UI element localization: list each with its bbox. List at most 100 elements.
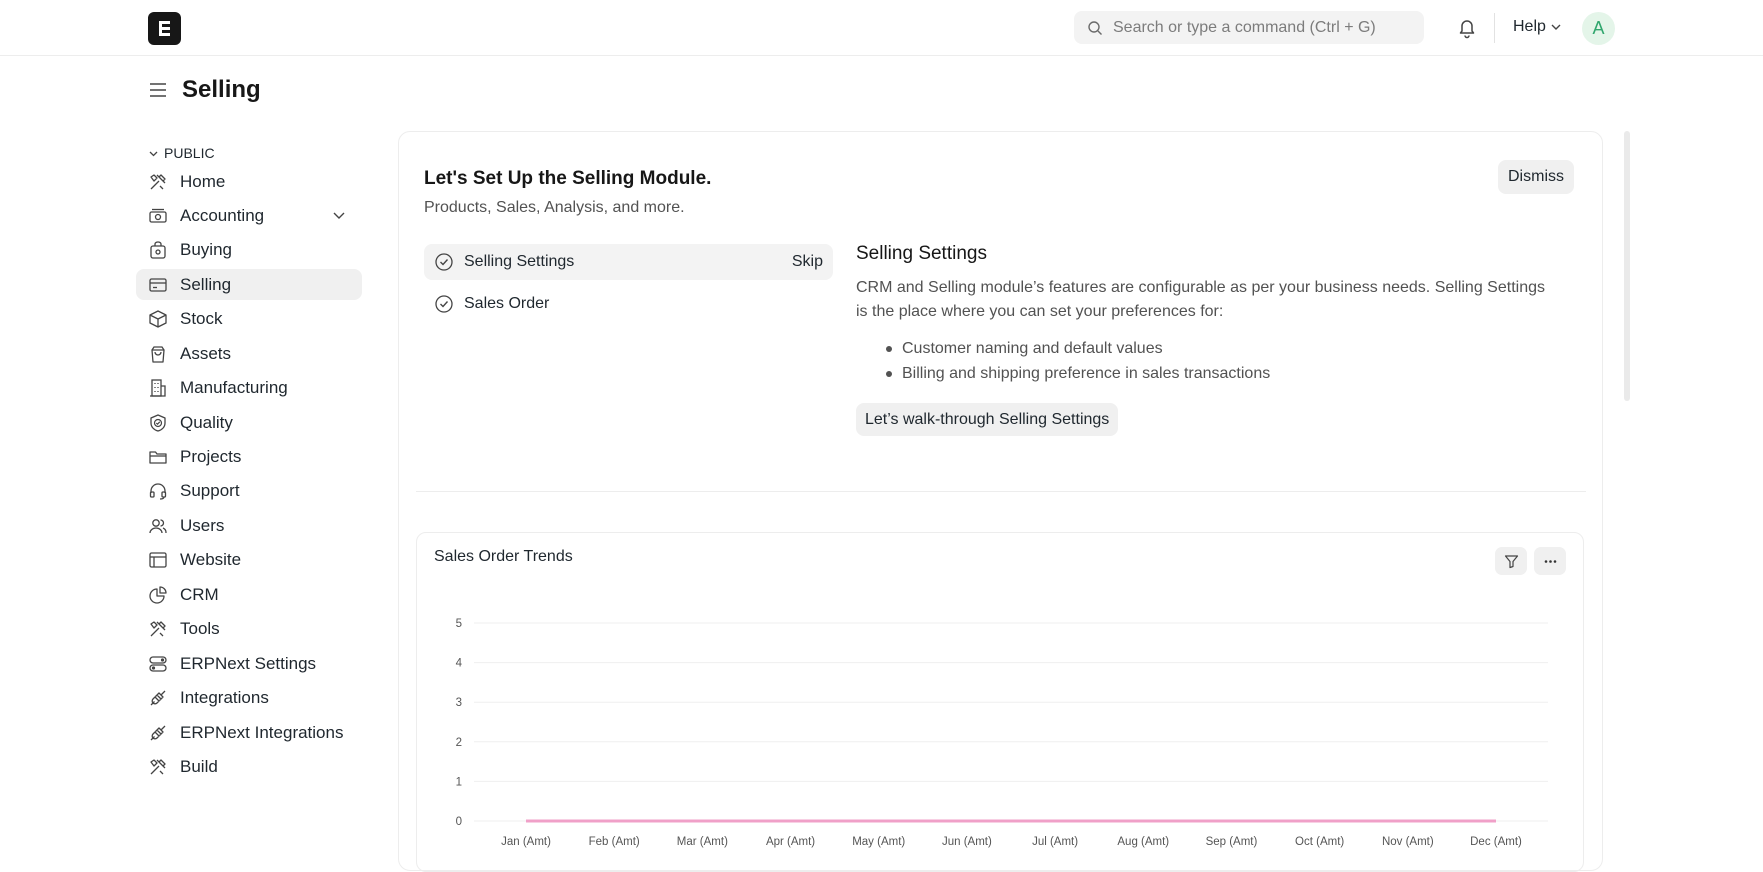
onboarding-step-sales-order[interactable]: Sales Order <box>424 286 833 322</box>
list-item: Customer naming and default values <box>856 336 1270 361</box>
tools-icon <box>150 173 166 189</box>
more-options-button[interactable] <box>1534 547 1566 575</box>
sidebar-item-label: Manufacturing <box>180 378 288 398</box>
folder-icon <box>149 451 167 464</box>
box-icon <box>149 310 167 328</box>
sidebar-item-accounting[interactable]: Accounting <box>136 200 362 231</box>
app-logo-icon[interactable] <box>148 12 181 45</box>
x-tick-label: Nov (Amt) <box>1382 836 1434 848</box>
tools-icon <box>150 621 166 637</box>
headset-icon <box>149 483 167 501</box>
check-circle-icon <box>435 295 453 313</box>
chart-title: Sales Order Trends <box>434 548 573 565</box>
building-icon <box>150 379 166 397</box>
sidebar-item-label: Assets <box>180 343 232 363</box>
sidebar-item-label: Build <box>180 756 218 776</box>
skip-button[interactable]: Skip <box>792 253 823 271</box>
chevron-down-icon <box>149 151 158 156</box>
step-detail-list: Customer naming and default values Billi… <box>856 336 1270 386</box>
divider <box>1494 13 1495 43</box>
sidebar-item-label: Accounting <box>180 205 265 225</box>
sidebar-section-label: PUBLIC <box>164 145 215 161</box>
sidebar-item-buying[interactable]: Buying <box>136 235 362 266</box>
sidebar-item-quality[interactable]: Quality <box>136 407 362 438</box>
x-tick-label: May (Amt) <box>852 836 905 848</box>
search-bar[interactable] <box>1074 11 1424 44</box>
x-tick-label: Oct (Amt) <box>1295 836 1344 848</box>
sidebar-item-label: Stock <box>180 309 223 329</box>
dismiss-button[interactable]: Dismiss <box>1498 160 1574 194</box>
scrollbar[interactable] <box>1624 131 1630 401</box>
step-label: Sales Order <box>464 295 550 312</box>
x-tick-label: Feb (Amt) <box>589 836 640 848</box>
sidebar-item-label: Integrations <box>180 688 269 708</box>
plug-icon <box>150 725 166 740</box>
sidebar-item-label: Buying <box>180 240 232 260</box>
sidebar-section-public[interactable]: PUBLIC <box>136 140 362 166</box>
sidebar-item-tools[interactable]: Tools <box>136 614 362 645</box>
step-detail-text: CRM and Selling module’s features are co… <box>856 279 1545 320</box>
top-navbar: Help A <box>0 0 1763 56</box>
hamburger-menu-icon[interactable] <box>148 80 168 100</box>
sidebar-item-projects[interactable]: Projects <box>136 442 362 473</box>
check-circle-icon <box>435 253 453 271</box>
x-tick-label: Dec (Amt) <box>1470 836 1522 848</box>
sidebar-item-label: Projects <box>180 447 242 466</box>
x-tick-label: Mar (Amt) <box>677 836 728 848</box>
sidebar-item-build[interactable]: Build <box>136 751 362 782</box>
step-detail-title: Selling Settings <box>856 243 987 264</box>
sidebar-item-label: CRM <box>180 584 219 604</box>
toggles-icon <box>149 655 167 672</box>
sidebar: PUBLIC Home Accounting Buying Selling St… <box>136 140 362 786</box>
sidebar-item-users[interactable]: Users <box>136 510 362 541</box>
x-tick-label: Aug (Amt) <box>1117 836 1169 848</box>
help-label: Help <box>1513 18 1546 35</box>
y-tick-label: 2 <box>456 737 462 749</box>
chevron-down-icon[interactable] <box>332 208 346 222</box>
sidebar-item-home[interactable]: Home <box>136 166 362 197</box>
chevron-down-icon <box>1551 24 1561 30</box>
x-tick-label: Sep (Amt) <box>1206 836 1258 848</box>
sidebar-item-label: Users <box>180 515 225 535</box>
onboarding-title: Let's Set Up the Selling Module. <box>424 168 712 189</box>
plug-icon <box>150 690 166 706</box>
sales-order-trends-chart: 0 1 2 3 4 5 Jan (Amt) Feb (Amt) Mar (Amt) Apr (Am… <box>456 618 1548 848</box>
onboarding-subtitle: Products, Sales, Analysis, and more. <box>424 199 685 216</box>
sidebar-item-label: Website <box>180 550 242 570</box>
x-tick-label: Jun (Amt) <box>942 836 992 848</box>
sidebar-item-integrations[interactable]: Integrations <box>136 683 362 714</box>
y-tick-label: 5 <box>456 618 462 630</box>
sidebar-item-website[interactable]: Website <box>136 545 362 576</box>
notification-bell-icon[interactable] <box>1457 17 1477 39</box>
shield-check-icon <box>150 413 166 432</box>
shopping-bag-icon <box>151 346 165 363</box>
list-item: Billing and shipping preference in sales… <box>856 361 1270 386</box>
card-icon <box>149 278 167 292</box>
sidebar-item-label: Support <box>180 481 240 501</box>
more-horizontal-icon <box>1544 559 1556 563</box>
sidebar-item-selling[interactable]: Selling <box>136 269 362 301</box>
onboarding-step-selling-settings[interactable]: Selling Settings Skip <box>424 244 833 280</box>
user-avatar[interactable]: A <box>1582 12 1615 45</box>
sidebar-item-manufacturing[interactable]: Manufacturing <box>136 373 362 404</box>
sidebar-item-assets[interactable]: Assets <box>136 338 362 369</box>
filter-icon <box>1504 554 1518 568</box>
walkthrough-button[interactable]: Let’s walk-through Selling Settings <box>856 403 1119 436</box>
y-tick-label: 0 <box>456 816 462 828</box>
x-tick-label: Apr (Amt) <box>766 836 815 848</box>
help-menu-button[interactable]: Help <box>1513 18 1562 36</box>
sidebar-item-stock[interactable]: Stock <box>136 304 362 335</box>
y-tick-label: 3 <box>456 697 462 709</box>
search-input[interactable] <box>1113 18 1403 37</box>
search-icon <box>1088 20 1102 35</box>
sidebar-item-erpnext-integrations[interactable]: ERPNext Integrations <box>136 717 362 748</box>
pie-icon <box>149 586 167 604</box>
x-tick-label: Jul (Amt) <box>1032 836 1078 848</box>
sidebar-item-crm[interactable]: CRM <box>136 579 362 610</box>
filter-button[interactable] <box>1495 547 1527 575</box>
sidebar-item-label: Quality <box>180 412 233 432</box>
sidebar-item-support[interactable]: Support <box>136 476 362 507</box>
tools-icon <box>150 759 166 775</box>
sidebar-item-erpnext-settings[interactable]: ERPNext Settings <box>136 648 362 679</box>
bag-icon <box>150 241 166 260</box>
